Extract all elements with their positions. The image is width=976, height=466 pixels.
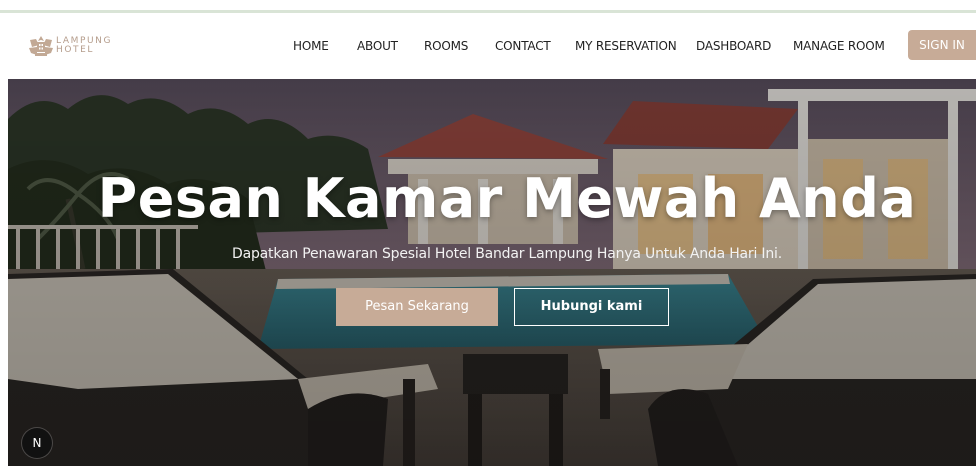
- hero-title: Pesan Kamar Mewah Anda: [97, 167, 917, 230]
- navbar: LAMPUNG HOTEL HOME ABOUT ROOMS CONTACT M…: [0, 13, 976, 79]
- nav-manage-room[interactable]: MANAGE ROOM: [793, 39, 885, 53]
- sign-in-button[interactable]: SIGN IN: [908, 30, 976, 60]
- hero-section: Pesan Kamar Mewah Anda Dapatkan Penawara…: [8, 79, 976, 466]
- hero-subtitle: Dapatkan Penawaran Spesial Hotel Bandar …: [232, 246, 782, 262]
- nextjs-dev-badge[interactable]: N: [22, 428, 52, 458]
- nav-dashboard[interactable]: DASHBOARD: [696, 39, 771, 53]
- book-now-button[interactable]: Pesan Sekarang: [336, 288, 498, 326]
- hero-background-image: [8, 79, 976, 466]
- nav-about[interactable]: ABOUT: [357, 39, 398, 53]
- main-nav: HOME ABOUT ROOMS CONTACT MY RESERVATION …: [0, 39, 976, 55]
- contact-us-button[interactable]: Hubungi kami: [514, 288, 669, 326]
- nav-my-reservation[interactable]: MY RESERVATION: [575, 39, 677, 53]
- nav-contact[interactable]: CONTACT: [495, 39, 551, 53]
- nav-rooms[interactable]: ROOMS: [424, 39, 468, 53]
- nav-home[interactable]: HOME: [293, 39, 329, 53]
